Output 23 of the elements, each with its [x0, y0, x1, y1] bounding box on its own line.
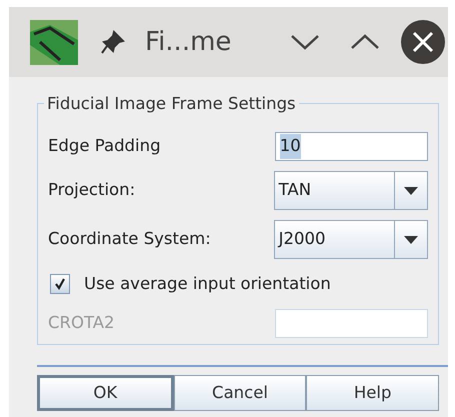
caret-icon [404, 236, 418, 244]
dialog-button[interactable]: OK [37, 375, 174, 411]
caret-icon [404, 186, 418, 194]
dropdown[interactable]: J2000 [274, 220, 428, 259]
checkbox-label: Use average input orientation [84, 272, 331, 295]
field-label: CROTA2 [48, 312, 116, 334]
maximize-icon[interactable] [351, 34, 379, 50]
window-title: Fi...me [145, 26, 232, 58]
field-value: 10 [280, 134, 301, 159]
input-field[interactable]: 10 [274, 132, 428, 161]
dropdown[interactable]: TAN [274, 171, 428, 210]
field-label: Edge Padding [48, 135, 162, 158]
app-icon [30, 20, 78, 64]
pin-icon[interactable] [100, 30, 125, 54]
dialog-button[interactable]: Help [306, 375, 440, 411]
input-field[interactable] [274, 309, 428, 338]
field-label: Coordinate System: [48, 228, 212, 250]
checkmark-icon [54, 278, 66, 290]
checkbox[interactable] [50, 274, 70, 294]
minimize-icon[interactable] [291, 34, 319, 50]
field-label: Projection: [48, 179, 136, 202]
dialog-button[interactable]: Cancel [174, 375, 306, 411]
close-icon[interactable] [401, 20, 445, 64]
